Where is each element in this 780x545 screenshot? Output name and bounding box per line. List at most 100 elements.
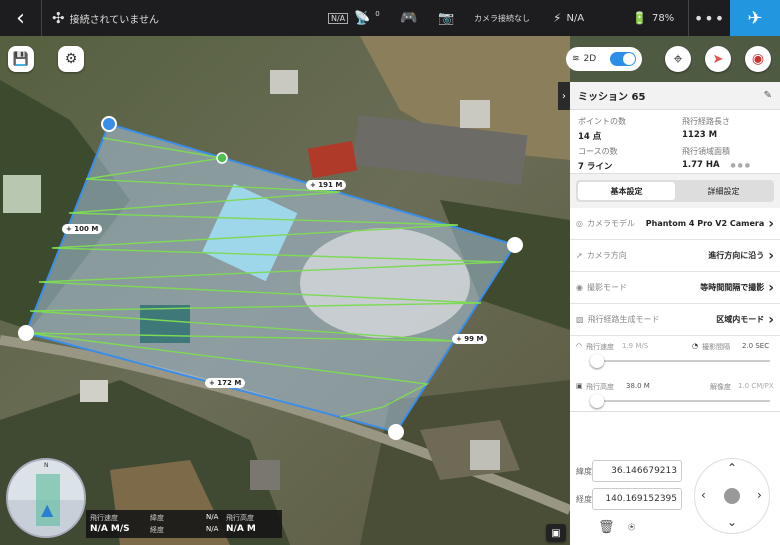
direction-pad[interactable]: ⌃ ⌄ ‹ › [694,458,770,534]
points-label: ポイントの数 [578,117,626,126]
slider-section: ◠ 飛行速度 1.9 M/S ◔ 撮影間隔 2.0 SEC ▣ 飛行高度 38.… [570,336,780,412]
signal-status: ⚡ N/A [553,0,584,36]
telemetry-bar: 飛行速度 N/A M/S 緯度 N/A 経度 N/A 飛行高度 N/A M [86,510,282,538]
chevron-left-icon[interactable]: ‹ [701,488,706,502]
gear-icon: ⚙ [64,51,78,67]
center-dot-icon[interactable] [724,488,740,504]
camera-status-text: カメラ接続なし [474,13,530,23]
length-label: 飛行経路長さ [682,117,730,126]
camera-status: カメラ接続なし [474,0,530,36]
points-value: 14 点 [578,132,602,142]
distance-label-top: + 191 M [306,180,347,190]
paper-plane-icon: ✈ [747,7,763,29]
setting-value: 区域内モード [716,315,765,324]
setting-capture-mode[interactable]: ◉ 撮影モード 等時間間隔で撮影 › [570,272,780,304]
setting-value: Phantom 4 Pro V2 Camera [645,219,765,228]
signal-text: N/A [566,12,585,24]
more-button[interactable]: ••• [688,0,730,36]
setting-label: カメラモデル [586,219,635,228]
drone-icon: ✣ [52,9,65,27]
altitude-value: 38.0 M [626,382,650,390]
mission-panel: ミッション 65 ✎ ポイントの数 14 点 飛行経路長さ 1123 M コースの数… [570,82,780,545]
toggle-switch[interactable] [610,52,636,66]
layers-icon: ▣ [551,527,561,539]
latitude-field[interactable]: 36.146679213 [592,460,682,482]
lon-label: 経度 [150,526,164,534]
mission-title: ミッション 65 [578,92,646,103]
speed-slider[interactable] [590,354,770,368]
chevron-right-icon: › [768,311,774,328]
camera-icon: 📷 [438,10,455,26]
connection-status: ✣ 接続されていません [52,0,159,36]
save-icon: 💾 [12,51,30,67]
panel-collapse-button[interactable]: › [558,82,570,110]
layers-icon: ≋ [572,54,580,64]
chevron-down-icon[interactable]: ⌄ [727,515,737,529]
altitude-slider[interactable] [590,394,770,408]
view-label: 2D [583,54,597,64]
lat-label: 緯度 [576,467,592,476]
setting-label: 撮影モード [586,283,627,292]
chevron-right-icon: › [768,247,774,264]
satellite-map [0,36,570,545]
lon-value: N/A [206,525,219,533]
setting-path-mode[interactable]: ▧ 飛行経路生成モード 区域内モード › [570,304,780,336]
chevron-right-icon: › [768,215,774,232]
battery-status: 🔋 78% [632,0,674,36]
setting-camera-model[interactable]: ◎ カメラモデル Phantom 4 Pro V2 Camera › [570,208,780,240]
edit-icon[interactable]: ✎ [764,90,772,101]
tab-advanced[interactable]: 詳細設定 [675,182,772,200]
satellite-icon: 📡 [354,10,371,26]
more-icon: ••• [693,8,726,28]
remote-controller-icon: 🎮 [400,10,418,26]
coordinate-section: 緯度 36.146679213 経度 140.169152395 🗑 ⍟ ⌃ ⌄… [570,412,780,545]
tab-basic[interactable]: 基本設定 [578,182,675,200]
battery-text: 78% [651,12,675,24]
chevron-up-icon[interactable]: ⌃ [727,461,737,475]
save-button[interactable]: 💾 [8,46,34,72]
upload-mission-button[interactable]: ✈ [730,0,780,36]
trash-icon[interactable]: 🗑 [598,520,615,535]
camera-icon: ◎ [576,219,583,228]
speed-icon: ◠ [576,342,583,350]
view-toggle[interactable]: ≋ 2D [566,47,642,71]
waypoint-icon[interactable]: ⍟ [628,520,635,535]
setting-label: 飛行経路生成モード [587,315,660,324]
compass-button[interactable]: ➤ [705,46,731,72]
area-value: 1.77 HA [682,160,720,170]
distance-label-bottom: + 172 M [205,378,246,388]
back-button[interactable]: ‹ [0,0,42,36]
signal-icon: ⚡ [553,11,562,25]
home-point-button[interactable]: ◉ [745,46,771,72]
resolution-label: 解像度 [710,383,731,391]
page-indicator: ● ● ● [730,162,750,169]
top-bar: ‹ ✣ 接続されていません N/A 📡 0 🎮 📷 カメラ接続なし ⚡ N/A 🔋 7… [0,0,780,36]
setting-value: 等時間間隔で撮影 [700,283,765,292]
setting-camera-direction[interactable]: ➚ カメラ方向 進行方向に沿う › [570,240,780,272]
setting-value: 進行方向に沿う [708,251,765,260]
chevron-right-icon[interactable]: › [757,488,762,502]
chevron-right-icon: › [562,90,566,102]
timer-icon: ◔ [692,342,699,350]
map-switch-button[interactable]: ▣ [546,524,566,542]
setting-label: カメラ方向 [586,251,627,260]
settings-button[interactable]: ⚙ [58,46,84,72]
speed-label: 飛行速度 [90,514,118,522]
locate-button[interactable]: ⌖ [665,46,691,72]
aircraft-icon: ▲ [41,500,54,519]
speed-value: 1.9 M/S [622,342,649,350]
rtk-status: N/A [328,0,349,36]
attitude-indicator[interactable]: ▲ N [6,458,86,538]
chevron-left-icon: ‹ [16,5,25,31]
battery-icon: 🔋 [632,11,647,25]
distance-label-right: + 99 M [452,334,488,344]
mission-stats: ポイントの数 14 点 飛行経路長さ 1123 M コースの数 7 ライン 飛行領域面… [570,110,780,174]
altitude-icon: ▣ [576,382,583,390]
target-icon: ◉ [751,51,765,67]
distance-label-left: + 100 M [62,224,103,234]
longitude-field[interactable]: 140.169152395 [592,488,682,510]
lat-label: 緯度 [150,514,164,522]
map-view[interactable] [0,36,570,545]
lat-value: N/A [206,513,219,521]
area-label: 飛行領域面積 [682,147,730,156]
